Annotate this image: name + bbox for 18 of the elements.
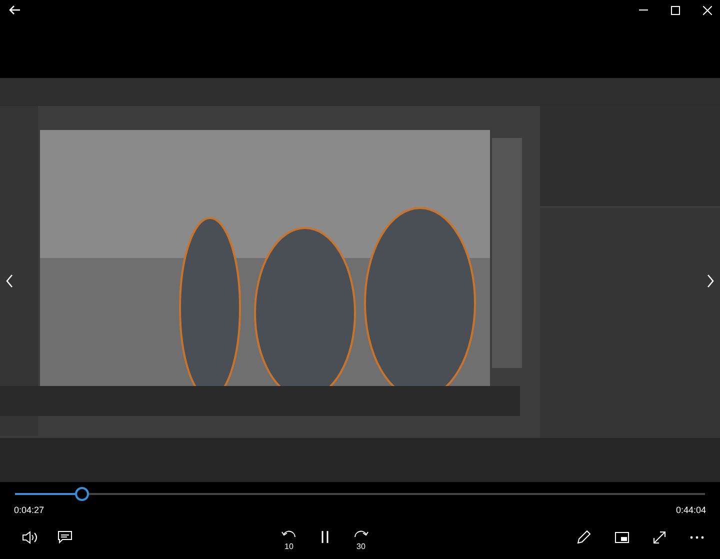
pause-icon[interactable] [320, 531, 328, 543]
more-icon[interactable] [690, 536, 704, 538]
fullscreen-icon[interactable] [653, 530, 666, 544]
forward-seconds: 30 [356, 542, 366, 550]
rewind-seconds: 10 [284, 542, 294, 550]
elapsed-time: 0:04:27 [14, 504, 44, 514]
mini-player-icon[interactable] [615, 532, 629, 542]
total-time: 0:44:04 [676, 504, 706, 514]
pen-icon[interactable] [577, 530, 591, 544]
volume-icon[interactable] [22, 530, 38, 544]
maximize-icon[interactable] [671, 6, 680, 14]
minimize-icon[interactable] [639, 9, 648, 11]
back-icon[interactable] [9, 5, 21, 15]
subtitles-icon[interactable] [58, 530, 72, 544]
previous-icon[interactable] [6, 274, 13, 288]
progress-thumb[interactable] [74, 487, 89, 501]
close-icon[interactable] [703, 6, 712, 14]
next-icon[interactable] [707, 274, 714, 288]
